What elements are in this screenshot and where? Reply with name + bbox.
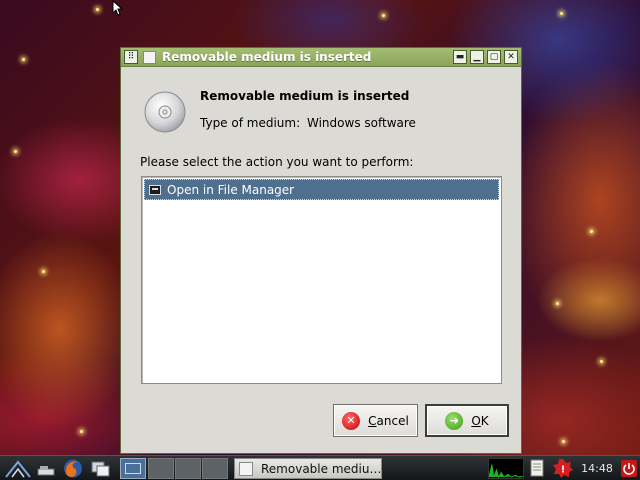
dialog-title: Removable medium is inserted: [162, 50, 372, 64]
star: [556, 302, 559, 305]
workspace-4[interactable]: [202, 458, 228, 479]
window-switch-icon[interactable]: [90, 458, 112, 479]
removable-medium-dialog: ⠿ Removable medium is inserted ▬ ▁ ▢ ✕ R…: [120, 47, 522, 454]
minimize-button[interactable]: ▁: [470, 50, 484, 64]
medium-type-value: Windows software: [307, 116, 416, 130]
taskbar: Removable mediu… ! 14:48: [0, 455, 640, 480]
star: [14, 150, 17, 153]
action-prompt: Please select the action you want to per…: [140, 155, 414, 169]
update-alert-icon[interactable]: !: [552, 458, 574, 479]
clock[interactable]: 14:48: [578, 458, 616, 479]
cpu-monitor: [488, 458, 524, 479]
star: [22, 58, 25, 61]
dialog-titlebar[interactable]: ⠿ Removable medium is inserted ▬ ▁ ▢ ✕: [121, 48, 521, 67]
power-icon[interactable]: [620, 458, 638, 479]
file-manager-icon: [149, 184, 161, 195]
maximize-button[interactable]: ▢: [487, 50, 501, 64]
action-list[interactable]: Open in File Manager: [141, 176, 502, 384]
workspace-2[interactable]: [148, 458, 174, 479]
task-window-label: Removable mediu…: [261, 461, 382, 476]
ok-icon: ➜: [445, 411, 464, 430]
star: [600, 360, 603, 363]
svg-text:!: !: [561, 465, 566, 476]
cd-icon: [144, 91, 186, 133]
shade-button[interactable]: ▬: [453, 50, 467, 64]
firefox-icon[interactable]: [62, 458, 84, 479]
star: [80, 430, 83, 433]
window-menu-icon[interactable]: ⠿: [124, 50, 138, 64]
ok-button[interactable]: ➜ OK: [425, 404, 509, 437]
notes-icon[interactable]: [528, 458, 546, 479]
start-menu-icon[interactable]: [4, 458, 32, 479]
action-item-label: Open in File Manager: [167, 182, 295, 197]
action-item-open-file-manager[interactable]: Open in File Manager: [144, 179, 499, 200]
star: [96, 8, 99, 11]
star: [590, 230, 593, 233]
star: [562, 440, 565, 443]
cancel-button[interactable]: ✕ Cancel: [333, 404, 418, 437]
cancel-button-label: Cancel: [368, 413, 409, 428]
cancel-icon: ✕: [342, 411, 361, 430]
mouse-cursor-icon: [112, 0, 124, 16]
close-button[interactable]: ✕: [504, 50, 518, 64]
task-window-button[interactable]: Removable mediu…: [234, 458, 382, 479]
window-icon: [143, 50, 156, 64]
workspace-1[interactable]: [120, 458, 146, 479]
ok-button-label: OK: [471, 413, 489, 428]
dialog-heading: Removable medium is inserted: [200, 89, 410, 103]
star: [42, 270, 45, 273]
star: [382, 14, 385, 17]
medium-type-label: Type of medium:: [200, 116, 301, 130]
star: [560, 12, 563, 15]
show-desktop-icon[interactable]: [36, 458, 56, 479]
window-icon: [239, 461, 253, 476]
workspace-3[interactable]: [175, 458, 201, 479]
